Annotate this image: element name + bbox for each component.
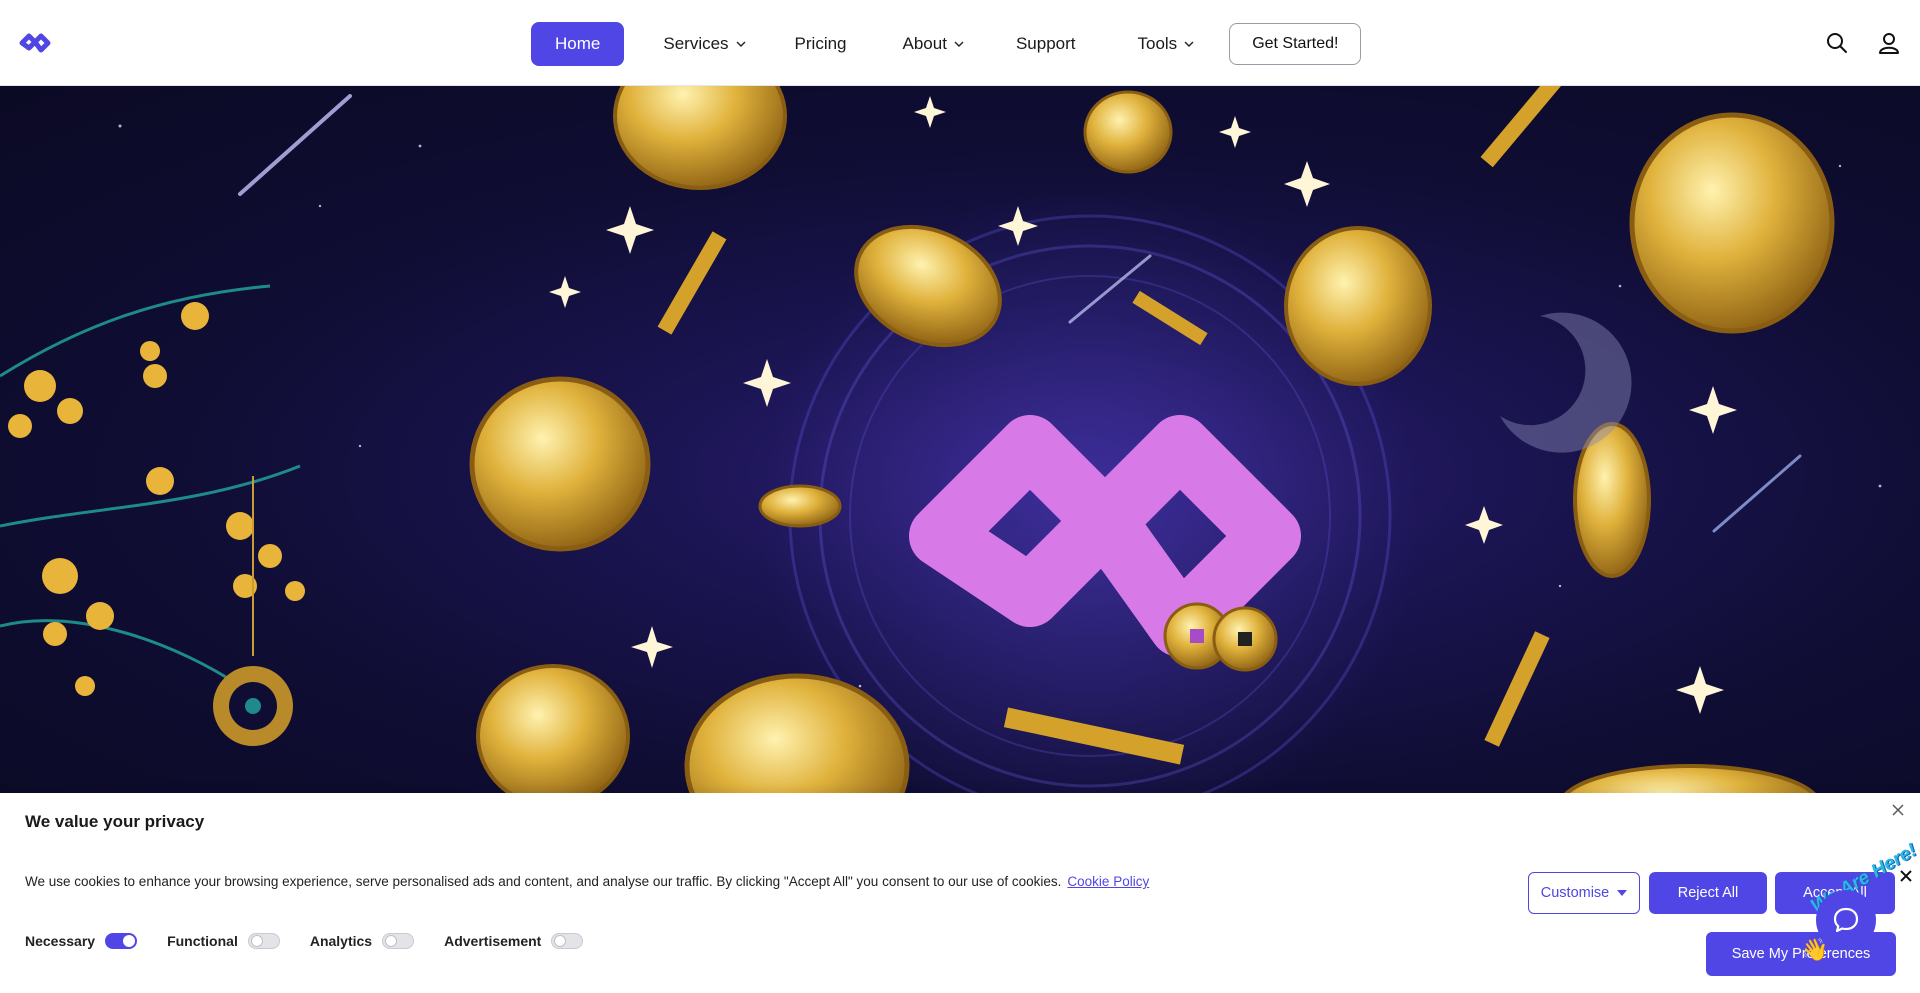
search-icon[interactable] (1826, 32, 1848, 54)
cookie-category-toggles: Necessary Functional Analytics Advertise… (25, 933, 613, 949)
nav-tools[interactable]: Tools (1138, 21, 1195, 67)
close-icon[interactable] (1891, 803, 1905, 817)
site-header: Home Services Pricing About Support Tool… (0, 0, 1920, 86)
toggle-functional: Functional (167, 933, 280, 949)
get-started-button[interactable]: Get Started! (1229, 23, 1362, 65)
reject-all-button[interactable]: Reject All (1649, 872, 1767, 914)
cookie-title: We value your privacy (25, 812, 205, 831)
analytics-switch[interactable] (382, 933, 415, 949)
nav-support[interactable]: Support (1016, 21, 1076, 67)
advertisement-switch[interactable] (551, 933, 584, 949)
nav-home[interactable]: Home (531, 22, 625, 66)
nav-services-label: Services (663, 34, 729, 53)
caret-down-icon (1617, 890, 1628, 896)
customise-label: Customise (1540, 885, 1610, 901)
cookie-description: We use cookies to enhance your browsing … (25, 874, 1149, 889)
user-icon[interactable] (1878, 32, 1900, 54)
chevron-down-icon (1184, 41, 1194, 47)
toggle-label: Functional (167, 933, 238, 949)
customise-button[interactable]: Customise (1528, 872, 1640, 914)
cookie-consent-banner: We value your privacy We use cookies to … (0, 793, 1920, 993)
toggle-label: Analytics (309, 933, 373, 949)
toggle-label: Advertisement (444, 933, 542, 949)
nav-tools-label: Tools (1137, 34, 1178, 53)
nav-about[interactable]: About (903, 21, 964, 67)
toggle-advertisement: Advertisement (444, 933, 584, 949)
nav-about-label: About (902, 34, 947, 53)
necessary-switch[interactable] (105, 933, 138, 949)
nav-services[interactable]: Services (663, 21, 746, 67)
cookie-policy-link[interactable]: Cookie Policy (1067, 874, 1149, 889)
chat-close-icon[interactable] (1900, 870, 1912, 882)
chevron-down-icon (954, 41, 964, 47)
hero-banner (0, 86, 1920, 793)
toggle-necessary: Necessary (25, 933, 138, 949)
hero-illustration (0, 86, 1882, 793)
cookie-text: We use cookies to enhance your browsing … (25, 874, 1062, 889)
blossom-branch (0, 284, 305, 696)
main-nav: Home Services Pricing About Support Tool… (531, 21, 1362, 67)
ancient-coins (1163, 602, 1278, 672)
ornament (213, 666, 293, 746)
chevron-down-icon (736, 41, 746, 47)
toggle-analytics: Analytics (309, 933, 415, 949)
nav-pricing[interactable]: Pricing (795, 21, 847, 67)
toggle-label: Necessary (25, 933, 96, 949)
chat-bubble-icon (1833, 907, 1859, 933)
brand-logo-icon[interactable] (18, 30, 52, 56)
waving-hand-icon: 👋 (1801, 937, 1829, 962)
functional-switch[interactable] (247, 933, 280, 949)
